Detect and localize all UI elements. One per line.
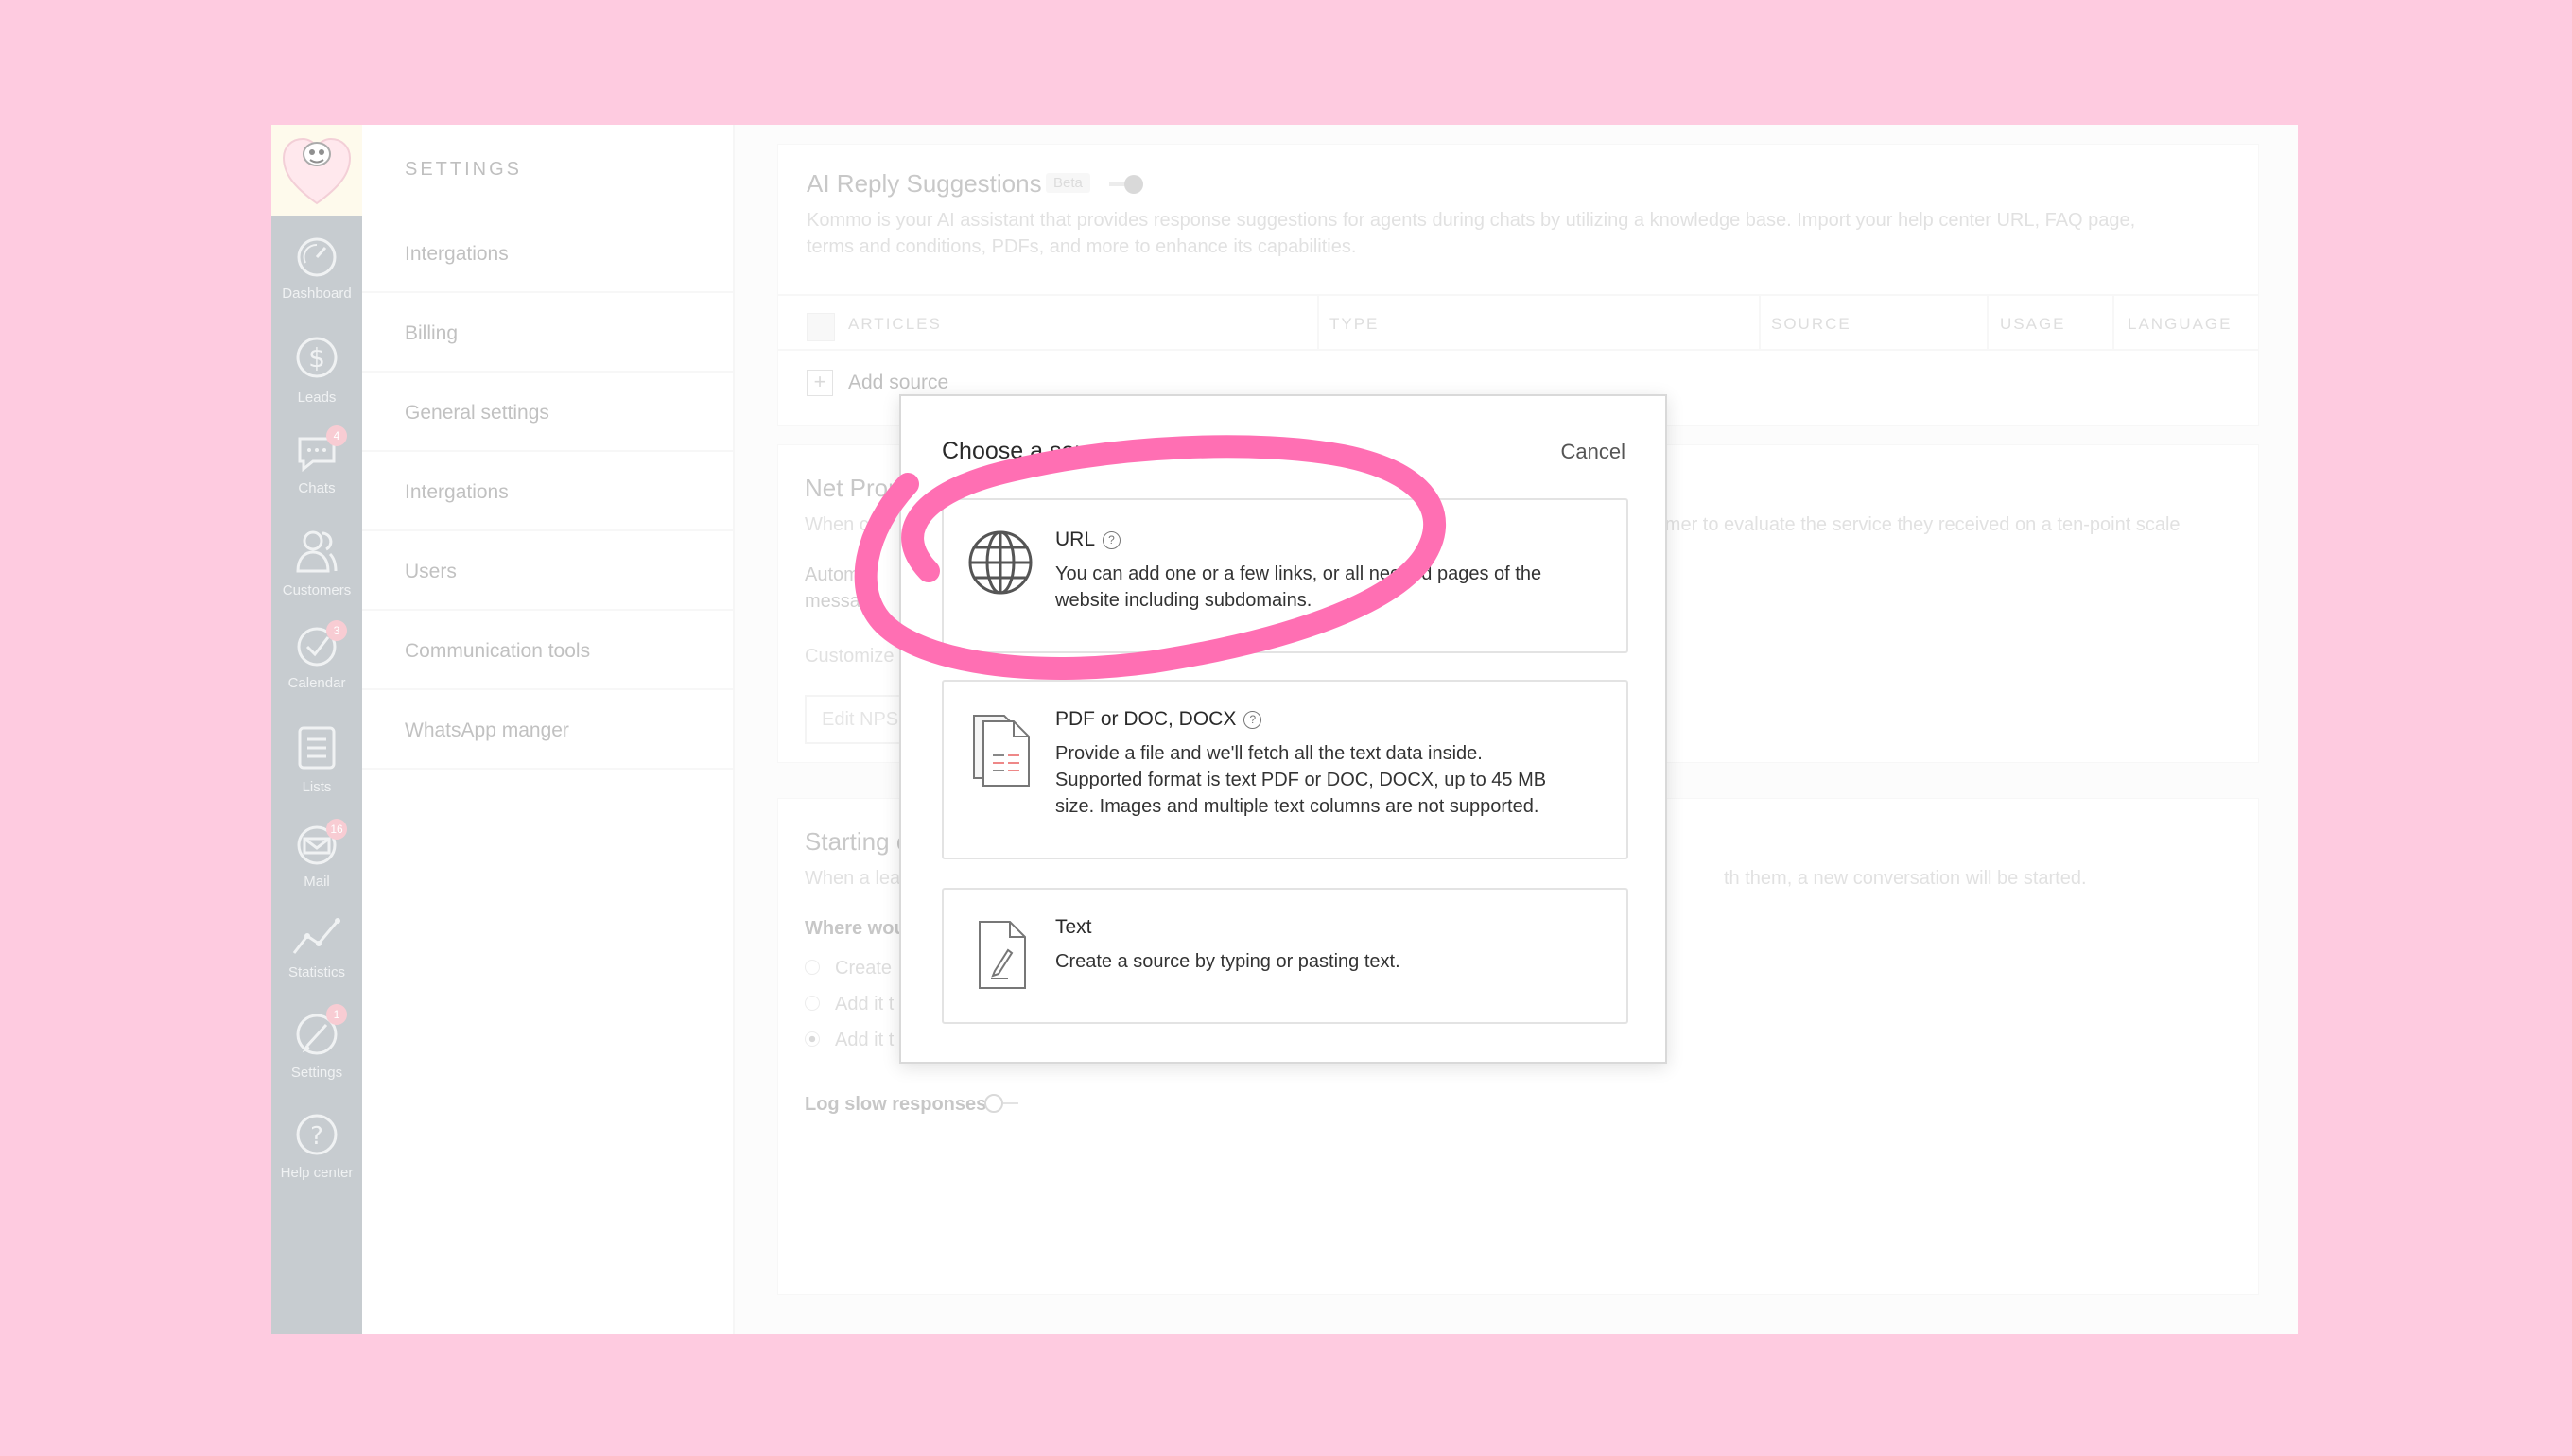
source-option-pdf-doc[interactable]: PDF or DOC, DOCX? Provide a file and we'… — [942, 680, 1628, 859]
pdf-option-title: PDF or DOC, DOCX? — [1055, 708, 1262, 731]
pdf-option-desc-3: size. Images and multiple text columns a… — [1055, 796, 1539, 817]
pdf-help-icon[interactable]: ? — [1243, 711, 1262, 729]
choose-source-modal: Choose a source Cancel URL? You can add … — [899, 394, 1667, 1064]
url-option-title: URL? — [1055, 529, 1121, 551]
pdf-option-desc-2: Supported format is text PDF or DOC, DOC… — [1055, 770, 1547, 790]
modal-title: Choose a source — [942, 438, 1121, 464]
text-option-title: Text — [1055, 916, 1092, 938]
url-option-desc-2: website including subdomains. — [1055, 590, 1312, 611]
globe-icon — [968, 530, 1033, 595]
source-option-url[interactable]: URL? You can add one or a few links, or … — [942, 498, 1628, 653]
url-option-desc-1: You can add one or a few links, or all n… — [1055, 563, 1542, 584]
cancel-button[interactable]: Cancel — [1561, 440, 1625, 464]
pdf-option-desc-1: Provide a file and we'll fetch all the t… — [1055, 743, 1483, 764]
document-icon — [973, 715, 1030, 787]
url-help-icon[interactable]: ? — [1103, 531, 1121, 549]
text-option-desc-1: Create a source by typing or pasting tex… — [1055, 951, 1400, 972]
pencil-document-icon — [979, 921, 1026, 989]
source-option-text[interactable]: Text Create a source by typing or pastin… — [942, 888, 1628, 1024]
